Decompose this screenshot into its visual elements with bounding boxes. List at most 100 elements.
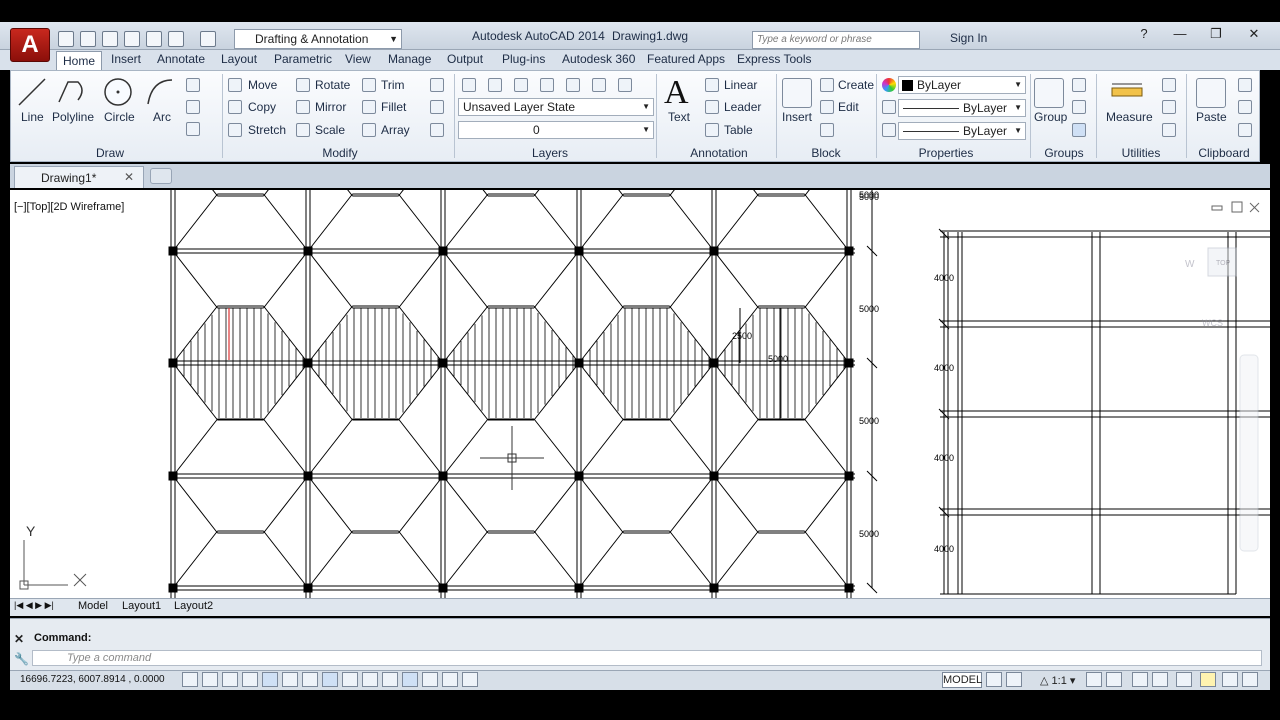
quick-view-layouts-icon[interactable]	[986, 672, 1002, 687]
polar-tracking-icon[interactable]	[262, 672, 278, 687]
3d-osnap-icon[interactable]	[302, 672, 318, 687]
clean-screen-icon[interactable]	[1242, 672, 1258, 687]
line-button[interactable]: Line	[21, 110, 44, 124]
quick-properties-icon[interactable]	[422, 672, 438, 687]
color-select[interactable]: ByLayer ▼	[898, 76, 1026, 94]
stretch-button[interactable]: Stretch	[248, 123, 286, 137]
cut-icon[interactable]	[1238, 78, 1252, 92]
copy-button[interactable]: Copy	[248, 100, 276, 114]
save-as-icon[interactable]	[124, 31, 140, 47]
layer-state-select[interactable]: Unsaved Layer State ▼	[458, 98, 654, 116]
quick-select-icon[interactable]	[1162, 78, 1176, 92]
viewport-controls[interactable]: [−][Top][2D Wireframe]	[14, 201, 124, 213]
grid-display-icon[interactable]	[222, 672, 238, 687]
text-button[interactable]: Text	[668, 110, 690, 124]
polyline-icon[interactable]	[56, 76, 88, 108]
ortho-mode-icon[interactable]	[242, 672, 258, 687]
text-icon[interactable]: A	[664, 74, 689, 112]
table-button[interactable]: Table	[724, 123, 753, 137]
draw-panel-label[interactable]: Draw	[70, 146, 150, 160]
quick-view-drawings-icon[interactable]	[1006, 672, 1022, 687]
close-icon[interactable]: ✕	[124, 170, 134, 184]
undo-icon[interactable]	[168, 31, 184, 47]
linetype-select[interactable]: ByLayer ▼	[898, 99, 1026, 117]
utilities-panel-label[interactable]: Utilities	[1106, 146, 1176, 160]
wrench-icon[interactable]: 🔧	[14, 652, 29, 666]
layers-panel-label[interactable]: Layers	[520, 146, 580, 160]
scale-button[interactable]: Scale	[315, 123, 345, 137]
annotation-visibility-icon[interactable]	[1086, 672, 1102, 687]
tab-insert[interactable]: Insert	[111, 52, 141, 66]
tab-annotate[interactable]: Annotate	[157, 52, 205, 66]
infer-constraints-icon[interactable]	[182, 672, 198, 687]
annotation-panel-label[interactable]: Annotation	[676, 146, 762, 160]
tab-parametric[interactable]: Parametric	[274, 52, 332, 66]
explode-icon[interactable]	[430, 100, 444, 114]
tab-layout1[interactable]: Layout1	[122, 600, 161, 612]
create-button[interactable]: Create	[838, 78, 874, 92]
close-button[interactable]: ✕	[1234, 26, 1274, 46]
arc-button[interactable]: Arc	[153, 110, 171, 124]
lock-ui-icon[interactable]	[1152, 672, 1168, 687]
match-properties-icon[interactable]	[1238, 123, 1252, 137]
selection-cycling-icon[interactable]	[442, 672, 458, 687]
annotation-monitor-icon[interactable]	[462, 672, 478, 687]
arc-icon[interactable]	[144, 76, 176, 108]
layer-state-icon[interactable]	[488, 78, 502, 92]
erase-icon[interactable]	[430, 78, 444, 92]
linear-button[interactable]: Linear	[724, 78, 757, 92]
tab-plug-ins[interactable]: Plug-ins	[502, 52, 545, 66]
ungroup-icon[interactable]	[1072, 78, 1086, 92]
drawing-area[interactable]: 5000500050005000500025005000 40004000400…	[10, 190, 1270, 598]
region-icon[interactable]	[186, 122, 200, 136]
measure-icon[interactable]	[1110, 80, 1144, 104]
workspace-select[interactable]: Drafting & Annotation ▼	[234, 29, 402, 49]
save-icon[interactable]	[102, 31, 118, 47]
modify-panel-label[interactable]: Modify	[300, 146, 380, 160]
status-menu-icon[interactable]	[1222, 672, 1238, 687]
tab-featured-apps[interactable]: Featured Apps	[647, 52, 725, 66]
layer-off-icon[interactable]	[514, 78, 528, 92]
object-snap-icon[interactable]	[282, 672, 298, 687]
object-snap-tracking-icon[interactable]	[322, 672, 338, 687]
plot-icon[interactable]	[146, 31, 162, 47]
layer-isolate-icon[interactable]	[540, 78, 554, 92]
model-space-button[interactable]: MODEL	[942, 672, 982, 688]
calculator-icon[interactable]	[1162, 123, 1176, 137]
coordinate-readout[interactable]: 16696.7223, 6007.8914 , 0.0000	[20, 674, 165, 685]
application-menu-button[interactable]: A	[10, 28, 50, 62]
layer-freeze-icon[interactable]	[566, 78, 580, 92]
offset-icon[interactable]	[430, 123, 444, 137]
tab-manage[interactable]: Manage	[388, 52, 431, 66]
minimize-button[interactable]: —	[1160, 26, 1200, 46]
layout-nav-arrows[interactable]: |◀ ◀ ▶ ▶|	[14, 600, 54, 611]
layer-lock-icon[interactable]	[592, 78, 606, 92]
tab-layout[interactable]: Layout	[221, 52, 257, 66]
circle-icon[interactable]	[102, 76, 134, 108]
new-tab-button[interactable]	[150, 168, 172, 184]
redo-icon[interactable]	[200, 31, 216, 47]
search-input[interactable]: Type a keyword or phrase	[752, 31, 920, 49]
line-icon[interactable]	[16, 76, 48, 108]
lineweight-toggle-icon[interactable]	[382, 672, 398, 687]
layer-properties-icon[interactable]	[462, 78, 476, 92]
block-panel-label[interactable]: Block	[796, 146, 856, 160]
tab-output[interactable]: Output	[447, 52, 483, 66]
mirror-button[interactable]: Mirror	[315, 100, 346, 114]
isolate-objects-icon[interactable]	[1200, 672, 1216, 687]
maximize-button[interactable]: ❐	[1196, 26, 1236, 46]
group-edit-icon[interactable]	[1072, 100, 1086, 114]
dynamic-ucs-icon[interactable]	[342, 672, 358, 687]
insert-block-icon[interactable]	[782, 78, 812, 108]
leader-button[interactable]: Leader	[724, 100, 761, 114]
trim-button[interactable]: Trim	[381, 78, 405, 92]
group-select-icon[interactable]	[1072, 123, 1086, 137]
paste-icon[interactable]	[1196, 78, 1226, 108]
group-icon[interactable]	[1034, 78, 1064, 108]
open-icon[interactable]	[80, 31, 96, 47]
edit-button[interactable]: Edit	[838, 100, 859, 114]
properties-panel-label[interactable]: Properties	[906, 146, 986, 160]
tab-layout2[interactable]: Layout2	[174, 600, 213, 612]
transparency-icon[interactable]	[402, 672, 418, 687]
hardware-acceleration-icon[interactable]	[1176, 672, 1192, 687]
